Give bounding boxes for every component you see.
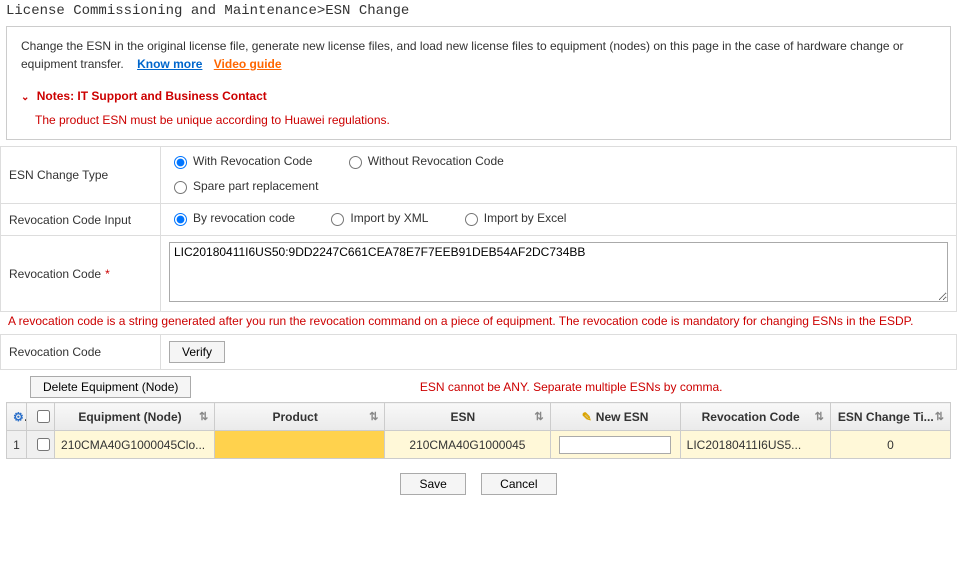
verify-button[interactable]: Verify: [169, 341, 225, 363]
col-change-times[interactable]: ESN Change Ti...⇅: [830, 403, 950, 431]
cell-rev-code: LIC20180411I6US5...: [680, 431, 830, 459]
radio-by-code-input[interactable]: [174, 213, 187, 226]
cell-change-times: 0: [830, 431, 950, 459]
breadcrumb: License Commissioning and Maintenance>ES…: [0, 0, 957, 22]
radio-by-excel-input[interactable]: [465, 213, 478, 226]
col-product[interactable]: Product⇅: [215, 403, 385, 431]
rev-input-label: Revocation Code Input: [1, 204, 161, 236]
know-more-link[interactable]: Know more: [137, 57, 202, 71]
rev-code-label: Revocation Code: [9, 267, 101, 281]
equipment-grid: ⚙ Equipment (Node)⇅ Product⇅ ESN⇅ ✎New E…: [6, 402, 951, 459]
radio-with-rev[interactable]: With Revocation Code: [169, 153, 312, 169]
col-new-esn[interactable]: ✎New ESN: [550, 403, 680, 431]
col-esn[interactable]: ESN⇅: [385, 403, 550, 431]
col-equipment[interactable]: Equipment (Node)⇅: [55, 403, 215, 431]
pencil-icon: ✎: [582, 410, 592, 424]
sort-icon: ⇅: [534, 410, 543, 423]
notes-title: Notes: IT Support and Business Contact: [37, 89, 267, 103]
save-button[interactable]: Save: [400, 473, 465, 495]
cancel-button[interactable]: Cancel: [481, 473, 556, 495]
esn-warning-text: ESN cannot be ANY. Separate multiple ESN…: [191, 380, 951, 394]
cell-new-esn[interactable]: [550, 431, 680, 459]
notes-body: The product ESN must be unique according…: [35, 111, 936, 129]
radio-without-rev[interactable]: Without Revocation Code: [344, 153, 504, 169]
radio-with-rev-input[interactable]: [174, 156, 187, 169]
rev-code-verify-label: Revocation Code: [1, 335, 161, 370]
sort-icon: ⇅: [935, 410, 944, 423]
cell-product[interactable]: [215, 431, 385, 459]
revocation-code-input[interactable]: [169, 242, 948, 302]
radio-by-xml[interactable]: Import by XML: [326, 210, 428, 226]
radio-spare-input[interactable]: [174, 181, 187, 194]
sort-icon: ⇅: [199, 410, 208, 423]
notes-header[interactable]: ⌄ Notes: IT Support and Business Contact: [21, 87, 936, 105]
sort-icon: ⇅: [815, 410, 824, 423]
radio-by-excel[interactable]: Import by Excel: [460, 210, 567, 226]
video-guide-link[interactable]: Video guide: [214, 57, 282, 71]
radio-spare[interactable]: Spare part replacement: [169, 178, 318, 194]
required-marker: *: [105, 267, 110, 281]
cell-equipment: 210CMA40G1000045Clo...: [55, 431, 215, 459]
change-type-label: ESN Change Type: [1, 147, 161, 204]
table-row[interactable]: 1 210CMA40G1000045Clo... 210CMA40G100004…: [7, 431, 951, 459]
col-rev-code[interactable]: Revocation Code⇅: [680, 403, 830, 431]
new-esn-input[interactable]: [559, 436, 671, 454]
radio-by-xml-input[interactable]: [331, 213, 344, 226]
info-panel: Change the ESN in the original license f…: [6, 26, 951, 140]
delete-equipment-button[interactable]: Delete Equipment (Node): [30, 376, 191, 398]
chevron-down-icon: ⌄: [21, 92, 29, 103]
row-checkbox[interactable]: [37, 438, 50, 451]
gear-icon[interactable]: ⚙: [13, 410, 27, 424]
rev-code-note: A revocation code is a string generated …: [0, 314, 957, 328]
radio-by-code[interactable]: By revocation code: [169, 210, 295, 226]
radio-without-rev-input[interactable]: [349, 156, 362, 169]
sort-icon: ⇅: [369, 410, 378, 423]
row-number: 1: [7, 431, 27, 459]
select-all-checkbox[interactable]: [37, 410, 50, 423]
cell-esn: 210CMA40G1000045: [385, 431, 550, 459]
